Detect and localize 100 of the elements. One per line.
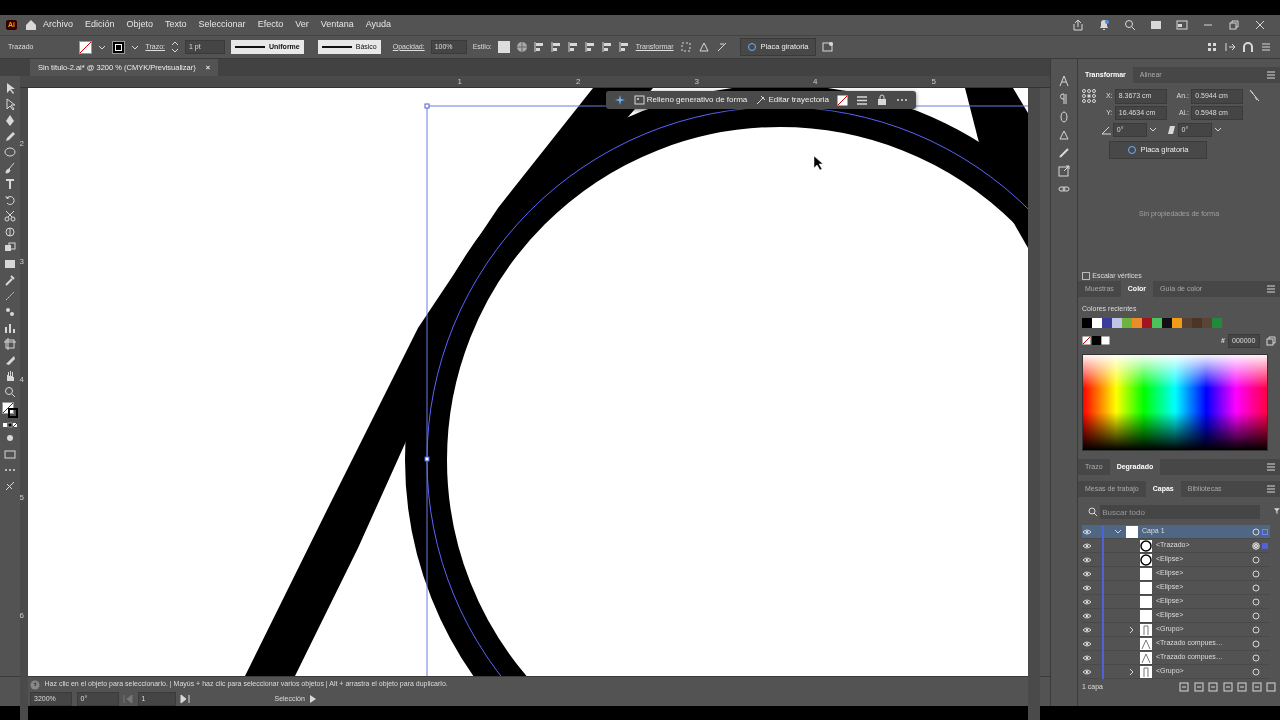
share-icon[interactable] (1072, 19, 1084, 31)
menu-item[interactable]: Texto (159, 18, 193, 32)
align-icon[interactable] (567, 41, 579, 53)
target-icon[interactable] (1252, 527, 1260, 536)
lock-icon[interactable] (876, 94, 888, 106)
color-swatch[interactable] (1142, 317, 1152, 328)
visibility-eye-icon[interactable] (1082, 611, 1092, 620)
globe-icon[interactable] (515, 41, 528, 53)
symbol-sprayer-icon[interactable] (3, 306, 16, 318)
color-swatch[interactable] (1162, 317, 1172, 328)
next-artboard-icon[interactable] (180, 694, 190, 704)
brush-icon[interactable] (3, 162, 16, 174)
color-swatch[interactable] (1182, 317, 1192, 328)
target-icon[interactable] (1252, 555, 1260, 564)
type-icon[interactable] (3, 178, 16, 190)
caret-icon[interactable] (131, 43, 140, 51)
color-spectrum[interactable] (1082, 354, 1268, 451)
align-icon[interactable] (550, 41, 562, 53)
menu-item[interactable]: Objeto (120, 18, 160, 32)
generate-icon[interactable] (821, 41, 834, 53)
visibility-eye-icon[interactable] (1082, 667, 1092, 676)
color-swatch[interactable] (1132, 317, 1142, 328)
reference-point-icon[interactable] (1082, 89, 1096, 103)
panel-menu-icon[interactable] (1266, 284, 1276, 294)
rotate-icon[interactable] (3, 194, 16, 206)
paragraph-icon[interactable] (1058, 93, 1070, 105)
eyedropper-icon[interactable] (3, 274, 16, 286)
target-icon[interactable] (1252, 625, 1260, 634)
menu-item[interactable]: Ayuda (359, 18, 398, 32)
caret-icon[interactable] (1149, 126, 1157, 134)
shape-builder-icon[interactable] (3, 242, 16, 254)
color-swatch[interactable] (1192, 317, 1202, 328)
floating-action-button[interactable]: Editar trayectoria (755, 94, 829, 106)
split-icon[interactable] (1224, 41, 1236, 53)
graph-icon[interactable] (3, 322, 16, 334)
visibility-eye-icon[interactable] (1082, 583, 1092, 592)
links-icon[interactable] (1058, 183, 1070, 195)
edit-toolbar-icon[interactable] (3, 480, 16, 492)
grid-icon[interactable] (1206, 41, 1218, 53)
menu-item[interactable]: Ver (289, 18, 315, 32)
chevron-down-icon[interactable] (1114, 527, 1122, 536)
color-swatch[interactable] (1092, 317, 1102, 328)
align-icon[interactable] (601, 41, 613, 53)
color-swatch[interactable] (1082, 317, 1092, 328)
home-icon[interactable] (25, 19, 37, 31)
ellipse-icon[interactable] (3, 146, 16, 158)
panel-icon[interactable] (1176, 19, 1188, 31)
screen-mode-icon[interactable] (3, 448, 16, 460)
brushes-icon[interactable] (1058, 147, 1070, 159)
color-mode-icon[interactable] (2, 422, 17, 428)
warp-icon[interactable] (3, 226, 16, 238)
menu-item[interactable]: Ventana (314, 18, 360, 32)
fill-swatch[interactable] (79, 40, 93, 54)
target-icon[interactable] (1252, 653, 1260, 662)
visibility-eye-icon[interactable] (1082, 625, 1092, 634)
color-swatch[interactable] (1102, 317, 1112, 328)
anchor-point[interactable] (424, 456, 429, 462)
arc-icon[interactable] (1242, 41, 1254, 53)
color-swatch[interactable] (1122, 317, 1132, 328)
target-icon[interactable] (1252, 583, 1260, 592)
zoom-icon[interactable] (3, 386, 16, 398)
menu-item[interactable]: Edición (79, 18, 121, 32)
visibility-eye-icon[interactable] (1082, 639, 1092, 648)
color-swatch[interactable] (1152, 317, 1162, 328)
bell-icon[interactable] (1098, 19, 1110, 31)
list-icon[interactable] (1260, 41, 1272, 53)
layout-icon[interactable] (1150, 19, 1162, 31)
target-icon[interactable] (1252, 611, 1260, 620)
style-swatch[interactable] (497, 41, 510, 53)
target-icon[interactable] (1252, 569, 1260, 578)
visibility-eye-icon[interactable] (1082, 569, 1092, 578)
gradient-icon[interactable] (3, 258, 16, 270)
pencil-icon[interactable] (3, 130, 16, 142)
menu-item[interactable]: Archivo (37, 18, 79, 32)
panel-menu-icon[interactable] (1266, 462, 1276, 472)
color-swatch[interactable] (1212, 317, 1222, 328)
chevron-right-icon[interactable] (1128, 667, 1136, 676)
opentype-icon[interactable] (1058, 111, 1070, 123)
stroke-lines-icon[interactable] (856, 94, 868, 106)
target-icon[interactable] (1252, 639, 1260, 648)
fill-stroke-icon[interactable] (1, 402, 18, 418)
menu-item[interactable]: Seleccionar (192, 18, 252, 32)
fill-none-icon[interactable] (837, 94, 848, 106)
panel-menu-icon[interactable] (1266, 70, 1276, 80)
caret-icon[interactable] (98, 43, 107, 51)
stepper-icon[interactable] (171, 41, 179, 53)
search-field[interactable]: Buscar todo (1100, 505, 1261, 519)
restore-icon[interactable] (1228, 19, 1240, 31)
appearance-icon[interactable] (1058, 129, 1070, 141)
scissors-icon[interactable] (3, 210, 16, 222)
target-icon[interactable] (1252, 667, 1260, 676)
target-icon[interactable] (1252, 541, 1260, 550)
color-swatch[interactable] (1202, 317, 1212, 328)
chevron-right-icon[interactable] (1128, 625, 1136, 634)
bounds-icon[interactable] (679, 41, 692, 53)
pen-icon[interactable] (3, 114, 16, 126)
close-icon[interactable] (1254, 19, 1266, 31)
visibility-eye-icon[interactable] (1082, 527, 1092, 536)
stroke-swatch[interactable] (112, 40, 126, 54)
copy-icon[interactable] (1266, 335, 1276, 346)
